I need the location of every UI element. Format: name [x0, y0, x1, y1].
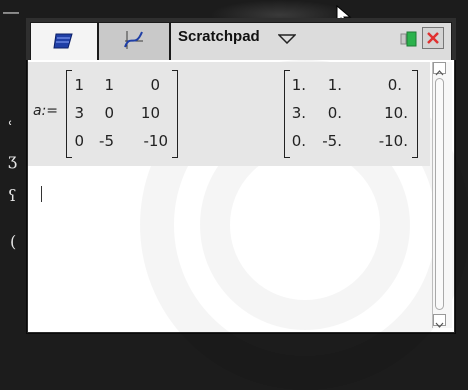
- calculator-tab[interactable]: [30, 22, 98, 60]
- battery-icon: [400, 31, 417, 47]
- matrix-cell: 3.: [291, 104, 306, 122]
- edge-mark: ʒ: [8, 150, 18, 169]
- matrix-cell: -5.: [322, 132, 342, 150]
- matrix-cell: 3: [74, 104, 84, 122]
- matrix-cell: 0: [150, 76, 160, 94]
- matrix-cell: 0: [104, 104, 114, 122]
- graphs-tab[interactable]: [98, 22, 170, 60]
- result-matrix: 1. 1. 0. 3. 0. 10. 0. -5. -10.: [284, 70, 418, 158]
- matrix-cell: -10.: [378, 132, 408, 150]
- edge-mark: ʿ: [8, 118, 13, 137]
- matrix-cell: -5: [99, 132, 114, 150]
- matrix-cell: 1.: [291, 76, 306, 94]
- text-cursor[interactable]: [41, 186, 42, 202]
- matrix-cell: 0.: [327, 104, 342, 122]
- chevron-down-icon: [435, 322, 444, 328]
- matrix-cell: 0.: [387, 76, 402, 94]
- scrollbar-thumb[interactable]: [435, 78, 444, 310]
- scroll-down-button[interactable]: [433, 314, 446, 328]
- matrix-bracket-right: [412, 70, 418, 158]
- matrix-cell: 1: [104, 76, 114, 94]
- calculator-icon: [53, 33, 73, 49]
- close-icon: [427, 32, 439, 44]
- close-button[interactable]: [422, 27, 444, 49]
- matrix-cell: 10: [140, 104, 160, 122]
- matrix-cell: 0.: [291, 132, 306, 150]
- edge-mark: ʕ: [8, 186, 17, 205]
- matrix-cell: 1.: [327, 76, 342, 94]
- matrix-cell: 1: [74, 76, 84, 94]
- matrix-cell: 0: [74, 132, 84, 150]
- chevron-down-icon[interactable]: [278, 34, 296, 44]
- matrix-bracket-right: [172, 70, 178, 158]
- input-matrix: 1 1 0 3 0 10 0 -5 -10: [66, 70, 178, 158]
- matrix-cell: 10.: [384, 104, 408, 122]
- graph-icon: [124, 31, 143, 49]
- edge-mark: (: [10, 232, 17, 251]
- matrix-cell: -10: [143, 132, 169, 150]
- chevron-up-icon: [435, 70, 444, 76]
- document-title: Scratchpad: [178, 28, 260, 45]
- edge-mark: ―: [3, 2, 19, 21]
- scroll-up-button[interactable]: [433, 62, 446, 76]
